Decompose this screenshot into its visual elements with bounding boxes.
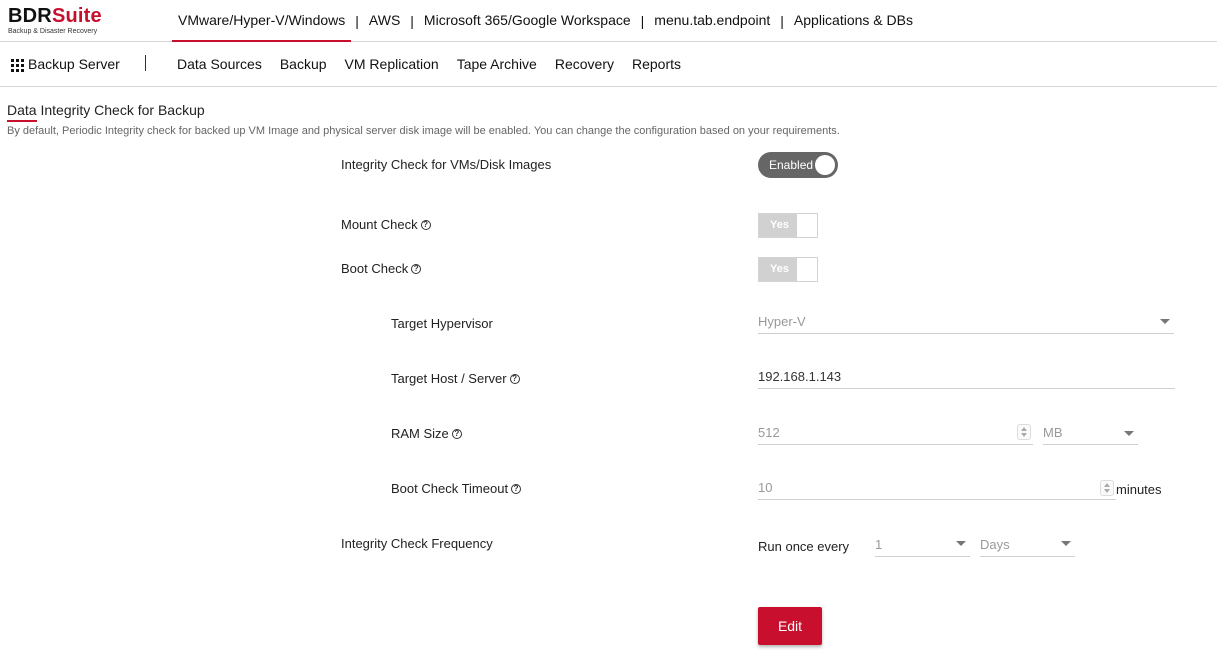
- integrity-check-label: Integrity Check for VMs/Disk Images: [341, 157, 552, 172]
- help-icon[interactable]: ?: [411, 263, 422, 274]
- stepper-icon[interactable]: [1100, 480, 1114, 496]
- subnav-vm-replication[interactable]: VM Replication: [336, 56, 448, 72]
- integrity-check-toggle[interactable]: Enabled: [758, 152, 838, 178]
- mount-check-toggle[interactable]: Yes: [758, 213, 818, 238]
- topnav-separator: |: [410, 13, 414, 29]
- sub-nav: Data Sources Backup VM Replication Tape …: [168, 56, 690, 72]
- topnav-separator: |: [355, 13, 359, 29]
- target-host-input[interactable]: 192.168.1.143: [758, 365, 1175, 389]
- top-nav: VMware/Hyper-V/Windows | AWS | Microsoft…: [172, 0, 919, 42]
- ram-size-label: RAM Size?: [391, 426, 462, 441]
- subnav-recovery[interactable]: Recovery: [546, 56, 623, 72]
- edit-button[interactable]: Edit: [758, 607, 822, 645]
- logo-tagline: Backup & Disaster Recovery: [8, 28, 98, 35]
- topnav-aws[interactable]: AWS: [363, 0, 406, 42]
- stepper-icon[interactable]: [1017, 424, 1031, 440]
- toggle-state-text: Enabled: [769, 158, 814, 172]
- apps-grid-icon[interactable]: [11, 59, 24, 72]
- toggle-knob: [815, 155, 835, 175]
- topnav-endpoint[interactable]: menu.tab.endpoint: [648, 0, 776, 42]
- frequency-count-select[interactable]: 1: [875, 533, 970, 557]
- toggle-state-text: Yes: [770, 263, 789, 275]
- ram-size-input[interactable]: 512: [758, 421, 1033, 445]
- help-icon[interactable]: ?: [509, 373, 520, 384]
- sub-nav-bar: Backup Server Data Sources Backup VM Rep…: [0, 42, 1217, 87]
- help-icon[interactable]: ?: [420, 219, 431, 230]
- topnav-separator: |: [640, 13, 645, 29]
- subnav-reports[interactable]: Reports: [623, 56, 690, 72]
- mount-check-label: Mount Check?: [341, 217, 431, 232]
- run-once-every-label: Run once every: [758, 539, 850, 554]
- ram-unit-select[interactable]: MB: [1043, 421, 1138, 445]
- topnav-vmware[interactable]: VMware/Hyper-V/Windows: [172, 0, 352, 42]
- frequency-period-select[interactable]: Days: [980, 533, 1075, 557]
- top-bar: BDRSuite Backup & Disaster Recovery VMwa…: [0, 0, 1217, 42]
- target-hypervisor-label: Target Hypervisor: [391, 316, 493, 331]
- boot-timeout-unit: minutes: [1116, 482, 1162, 497]
- chevron-down-icon: [1124, 431, 1134, 436]
- target-host-label: Target Host / Server?: [391, 371, 520, 386]
- topnav-microsoft365[interactable]: Microsoft 365/Google Workspace: [418, 0, 637, 42]
- chevron-down-icon: [956, 541, 966, 546]
- subnav-divider: [145, 55, 146, 71]
- boot-check-label: Boot Check?: [341, 261, 422, 276]
- bdrsuite-logo[interactable]: BDRSuite Backup & Disaster Recovery: [8, 5, 102, 36]
- page-title: Data Integrity Check for Backup: [7, 102, 205, 118]
- frequency-label: Integrity Check Frequency: [341, 536, 493, 551]
- help-icon[interactable]: ?: [511, 483, 522, 494]
- subnav-tape-archive[interactable]: Tape Archive: [448, 56, 546, 72]
- topnav-separator: |: [780, 13, 784, 29]
- subnav-data-sources[interactable]: Data Sources: [168, 56, 271, 72]
- logo-brand: BDRSuite: [8, 5, 102, 27]
- title-underline: [7, 120, 37, 122]
- boot-timeout-label: Boot Check Timeout?: [391, 481, 522, 496]
- chevron-down-icon: [1061, 541, 1071, 546]
- backup-server-menu[interactable]: Backup Server: [28, 56, 120, 72]
- boot-check-toggle[interactable]: Yes: [758, 257, 818, 282]
- toggle-state-text: Yes: [770, 219, 789, 231]
- boot-timeout-input[interactable]: 10: [758, 476, 1116, 500]
- subnav-backup[interactable]: Backup: [271, 56, 336, 72]
- target-hypervisor-select[interactable]: Hyper-V: [758, 310, 1174, 334]
- chevron-down-icon: [1160, 319, 1170, 324]
- page-description: By default, Periodic Integrity check for…: [7, 125, 840, 137]
- topnav-applications[interactable]: Applications & DBs: [788, 0, 919, 42]
- help-icon[interactable]: ?: [451, 428, 462, 439]
